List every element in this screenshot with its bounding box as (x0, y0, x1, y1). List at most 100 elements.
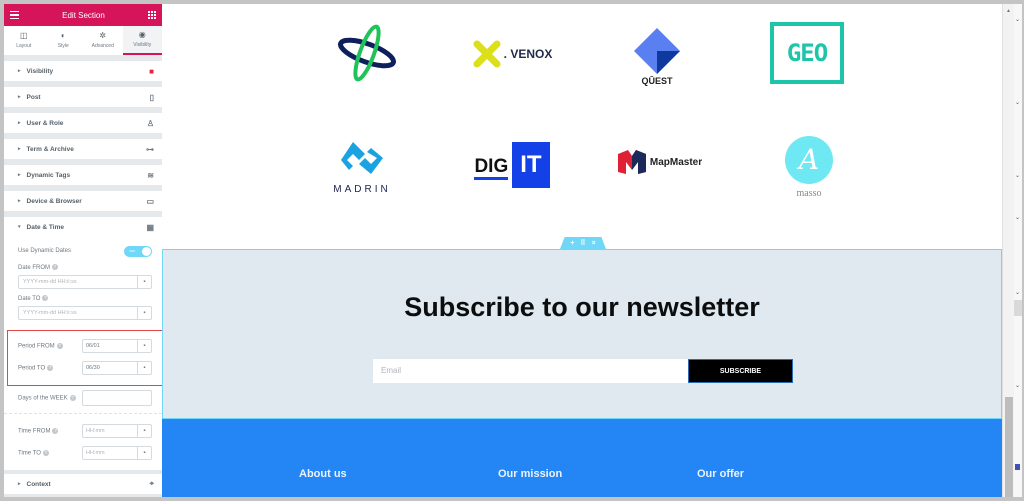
chevron-down-icon[interactable]: ⌄ (1015, 289, 1020, 296)
date-from-input[interactable]: YYYY-mm-dd HH:ii:ss (19, 279, 137, 285)
caret-down-icon: ▾ (18, 224, 21, 230)
days-of-week-label: Days of the WEEK (18, 395, 68, 402)
geo-text: GEO (786, 39, 828, 67)
trash-icon[interactable]: ▪ (137, 362, 151, 374)
section-label: Date & Time (26, 223, 64, 231)
help-icon[interactable]: ? (42, 449, 49, 456)
gear-icon: ✲ (99, 31, 107, 40)
newsletter-title: Subscribe to our newsletter (404, 292, 760, 322)
canvas-scrollbar[interactable]: ▲ (1002, 4, 1014, 497)
help-icon[interactable]: ? (47, 364, 54, 371)
editor-title: Edit Section (62, 10, 105, 20)
tab-style[interactable]: ◐ Style (44, 26, 84, 55)
hamburger-menu-icon[interactable] (10, 10, 19, 20)
footer-link-our-offer[interactable]: Our offer (697, 468, 744, 480)
days-of-week-select[interactable] (82, 390, 152, 406)
chevron-down-icon[interactable]: ⌄ (1015, 16, 1020, 23)
strip-block (1014, 300, 1022, 316)
date-to-input[interactable]: YYYY-mm-dd HH:ii:ss (19, 310, 137, 316)
section-user-role[interactable]: ▸ User & Role ♙ (4, 113, 162, 133)
period-from-field: 06/01 ▪ (82, 339, 152, 353)
tab-layout[interactable]: ◫ Layout (4, 26, 44, 55)
help-icon[interactable]: ? (69, 394, 76, 401)
footer-link-about-us[interactable]: About us (299, 468, 347, 480)
trash-icon[interactable]: ▪ (137, 447, 151, 459)
caret-right-icon: ▸ (18, 198, 21, 204)
database-icon: ≋ (147, 170, 154, 180)
masso-logo: A masso (774, 132, 844, 202)
section-term-archive[interactable]: ▸ Term & Archive ⊶ (4, 139, 162, 159)
help-icon[interactable]: ? (52, 427, 59, 434)
editor-header: Edit Section (4, 4, 162, 26)
time-from-label: Time FROM (18, 428, 51, 435)
scroll-up-arrow-icon[interactable]: ▲ (1003, 8, 1014, 14)
trash-icon[interactable]: ▪ (137, 425, 151, 437)
editor-panel: Edit Section ◫ Layout ◐ Style ✲ Advanced… (4, 4, 162, 497)
use-dynamic-dates-toggle[interactable]: YES (124, 245, 152, 257)
time-from-input[interactable]: HH:mm (83, 428, 137, 434)
section-dynamic-tags[interactable]: ▸ Dynamic Tags ≋ (4, 165, 162, 185)
section-context[interactable]: ▸ Context ⌖ (4, 474, 162, 494)
tab-advanced[interactable]: ✲ Advanced (83, 26, 123, 55)
right-edge-strip: ⌄ ⌄ ⌄ ⌄ ⌄ ⌄ (1014, 4, 1022, 497)
app-icon[interactable] (1015, 464, 1020, 470)
crosshair-icon: ⌖ (149, 479, 154, 488)
time-to-input[interactable]: HH:mm (83, 450, 137, 456)
tab-visibility[interactable]: ◉ Visibility (122, 26, 162, 55)
section-label: Device & Browser (26, 197, 82, 205)
chevron-down-icon[interactable]: ⌄ (1015, 172, 1020, 179)
tab-label: Advanced (91, 43, 114, 49)
use-dynamic-dates-label: Use Dynamic Dates (18, 248, 72, 254)
section-device-browser[interactable]: ▸ Device & Browser ▭ (4, 191, 162, 211)
section-post[interactable]: ▸ Post ▯ (4, 87, 162, 107)
geo-logo: GEO (770, 22, 844, 84)
trash-icon[interactable]: ▪ (137, 307, 151, 319)
add-section-icon[interactable]: + (570, 240, 574, 247)
period-to-input[interactable]: 06/30 (83, 365, 137, 371)
widgets-grid-icon[interactable] (148, 11, 156, 19)
chevron-down-icon[interactable]: ⌄ (1015, 382, 1020, 389)
chevron-down-icon[interactable]: ⌄ (1015, 99, 1020, 106)
eye-icon: ◉ (138, 30, 146, 39)
delete-section-icon[interactable]: × (592, 240, 596, 247)
section-handle[interactable]: + ⠿ × (560, 237, 606, 249)
digit-logo: DIG IT (462, 140, 562, 190)
mapmaster-text: MapMaster (649, 156, 703, 168)
footer-link-our-mission[interactable]: Our mission (498, 468, 562, 480)
trash-icon[interactable]: ▪ (137, 276, 151, 288)
email-input[interactable]: Email (373, 359, 688, 383)
tab-label: Visibility (133, 42, 152, 48)
section-visibility[interactable]: ▸ Visibility ■ (4, 61, 162, 81)
caret-right-icon: ▸ (18, 146, 21, 152)
period-from-label: Period FROM (18, 343, 55, 350)
sitemap-icon: ⊶ (146, 144, 154, 154)
help-icon[interactable]: ? (56, 342, 63, 349)
period-from-row: Period FROM? 06/01 ▪ (18, 335, 152, 357)
chevron-down-icon[interactable]: ⌄ (1015, 214, 1020, 221)
layout-icon: ◫ (19, 31, 28, 40)
user-icon: ♙ (146, 118, 154, 128)
editor-tabs: ◫ Layout ◐ Style ✲ Advanced ◉ Visibility (4, 26, 162, 56)
venox-text: . VENOX (503, 47, 553, 61)
masso-circle-icon: A (785, 135, 833, 184)
drag-section-icon[interactable]: ⠿ (580, 239, 585, 247)
help-icon[interactable]: ? (52, 264, 59, 271)
section-date-time[interactable]: ▾ Date & Time ▦ (4, 217, 162, 237)
subscribe-button[interactable]: SUBSCRIBE (688, 359, 793, 383)
quest-diamond-icon (634, 28, 680, 74)
digit-it-text: IT (512, 142, 550, 188)
newsletter-section[interactable]: Subscribe to our newsletter Email SUBSCR… (162, 249, 1002, 419)
section-label: Post (26, 93, 41, 101)
help-icon[interactable]: ? (42, 295, 49, 302)
trash-icon[interactable]: ▪ (137, 340, 151, 352)
orbit-logo-icon (338, 24, 396, 82)
date-time-panel: Use Dynamic Dates YES Date FROM? YYYY-mm… (4, 237, 162, 470)
venox-x-icon (473, 40, 501, 68)
period-from-input[interactable]: 06/01 (83, 343, 137, 349)
scrollbar-thumb[interactable] (1005, 397, 1013, 497)
date-to-label: Date TO? (18, 292, 152, 306)
browser-frame: Edit Section ◫ Layout ◐ Style ✲ Advanced… (4, 4, 1022, 497)
